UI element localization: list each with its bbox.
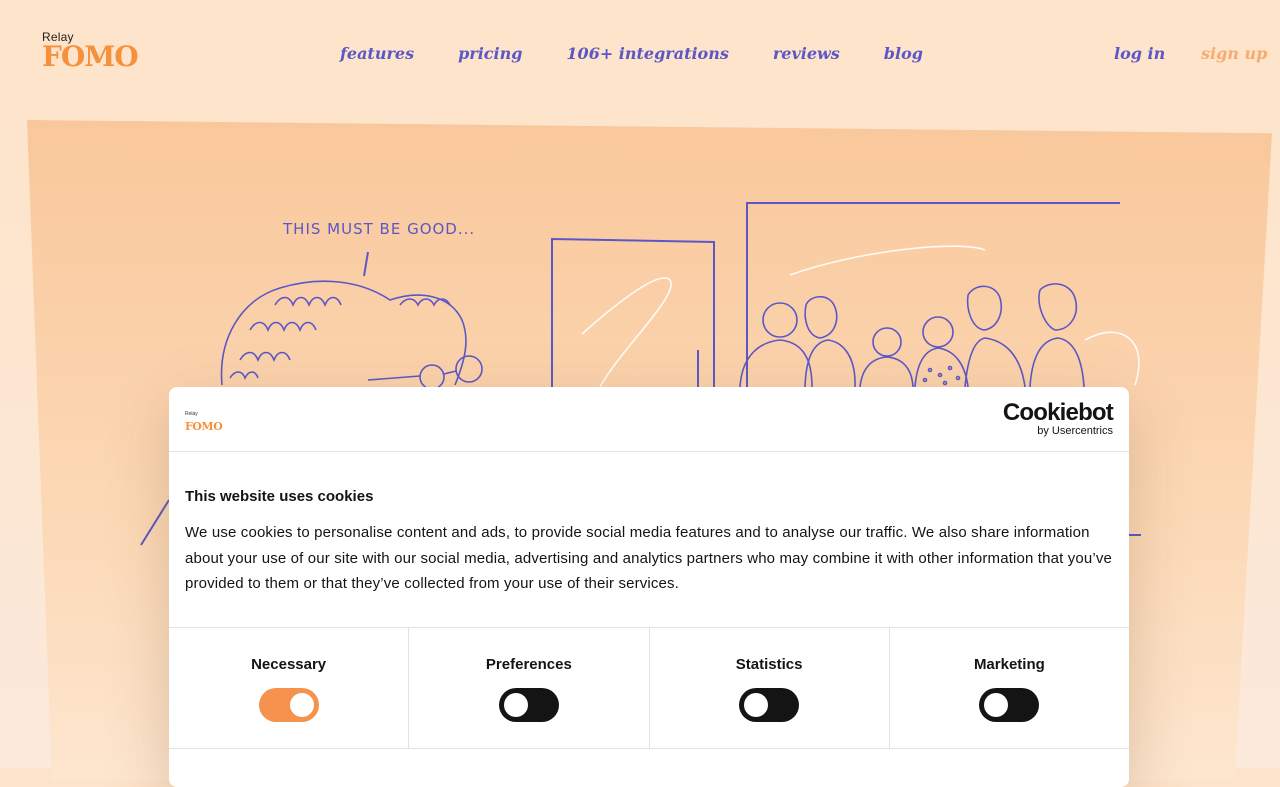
toggle-preferences-label: Preferences (485, 656, 572, 673)
toggle-marketing-label: Marketing (973, 656, 1045, 673)
cookiebot-name: Cookiebot (1002, 399, 1114, 426)
switch-knob (289, 693, 314, 717)
dialog-logo-relay: Relay (185, 411, 198, 417)
white-swirls (581, 245, 1140, 388)
switch-knob (744, 693, 769, 717)
cookiebot-logo[interactable]: Cookiebot by Usercentrics (1002, 399, 1114, 438)
toggle-statistics-group: Statistics (650, 628, 890, 748)
toggle-necessary-label: Necessary (251, 656, 327, 673)
speech-text: THIS MUST BE GOOD... (282, 220, 475, 238)
dialog-body: This website uses cookies We use cookies… (169, 452, 1129, 597)
toggle-preferences-group: Preferences (409, 628, 650, 748)
dialog-header: Relay FOMO Cookiebot by Usercentrics (169, 387, 1129, 452)
toggle-marketing-group: Marketing (890, 628, 1129, 748)
dialog-logo-fomo: FOMO (185, 420, 223, 433)
dialog-site-logo: Relay FOMO (185, 411, 223, 435)
man-head-drawing (220, 280, 483, 390)
switch-knob (503, 693, 528, 717)
dialog-description: We use cookies to personalise content an… (185, 524, 1112, 592)
cookie-consent-dialog: Relay FOMO Cookiebot by Usercentrics Thi… (169, 387, 1129, 787)
cookiebot-byline: by Usercentrics (1037, 425, 1113, 437)
consent-toggles: Necessary Preferences Statistics Marketi… (169, 627, 1129, 749)
toggle-preferences-switch[interactable] (498, 688, 559, 722)
people-group-drawing (739, 283, 1085, 388)
toggle-statistics-label: Statistics (735, 656, 803, 673)
toggle-statistics-switch[interactable] (739, 688, 800, 722)
switch-knob (984, 693, 1009, 717)
toggle-necessary-group: Necessary (169, 628, 410, 748)
toggle-necessary-switch[interactable] (258, 688, 319, 722)
toggle-marketing-switch[interactable] (979, 688, 1040, 722)
dialog-title: This website uses cookies (185, 488, 374, 505)
speech-tick (363, 251, 369, 277)
